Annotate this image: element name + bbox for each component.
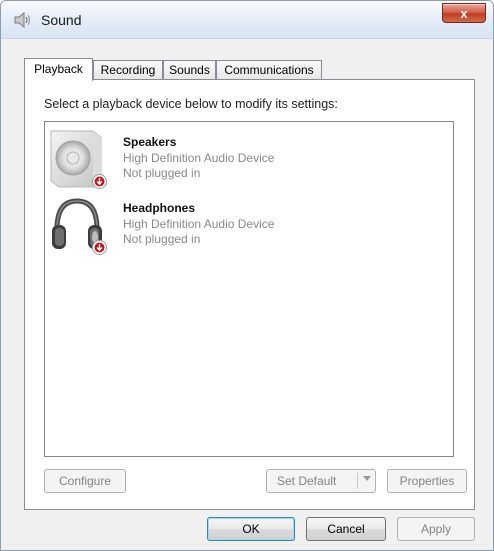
close-icon: x xyxy=(460,5,468,21)
chevron-down-icon[interactable] xyxy=(363,476,371,481)
device-description: High Definition Audio Device xyxy=(123,151,275,165)
device-name: Headphones xyxy=(123,201,196,215)
unplugged-icon xyxy=(92,174,107,189)
device-description: High Definition Audio Device xyxy=(123,217,275,231)
unplugged-icon xyxy=(92,240,107,255)
window-title: Sound xyxy=(41,12,82,28)
title-bar[interactable]: Sound x xyxy=(1,1,493,39)
set-default-label: Set Default xyxy=(277,474,337,488)
sound-dialog: Sound x Playback Recording Sounds Commun… xyxy=(0,0,494,551)
configure-button[interactable]: Configure xyxy=(44,469,126,493)
tab-sounds[interactable]: Sounds xyxy=(163,60,216,80)
device-item-headphones[interactable]: Headphones High Definition Audio Device … xyxy=(49,195,449,259)
tab-playback[interactable]: Playback xyxy=(24,58,93,81)
ok-button[interactable]: OK xyxy=(207,517,295,541)
tab-communications[interactable]: Communications xyxy=(216,60,322,80)
device-status: Not plugged in xyxy=(123,232,201,246)
device-name: Speakers xyxy=(123,135,177,149)
split-divider xyxy=(357,473,358,489)
speaker-icon xyxy=(13,11,31,29)
device-item-speakers[interactable]: Speakers High Definition Audio Device No… xyxy=(49,129,449,193)
properties-button[interactable]: Properties xyxy=(387,469,467,493)
playback-panel: Select a playback device below to modify… xyxy=(24,79,475,510)
close-button[interactable]: x xyxy=(442,3,486,23)
device-status: Not plugged in xyxy=(123,166,201,180)
cancel-button[interactable]: Cancel xyxy=(306,517,386,541)
set-default-split-button[interactable]: Set Default xyxy=(266,469,376,493)
device-list[interactable]: Speakers High Definition Audio Device No… xyxy=(44,121,454,457)
apply-button[interactable]: Apply xyxy=(397,517,475,541)
instruction-text: Select a playback device below to modify… xyxy=(44,97,338,111)
tab-recording[interactable]: Recording xyxy=(93,60,163,80)
